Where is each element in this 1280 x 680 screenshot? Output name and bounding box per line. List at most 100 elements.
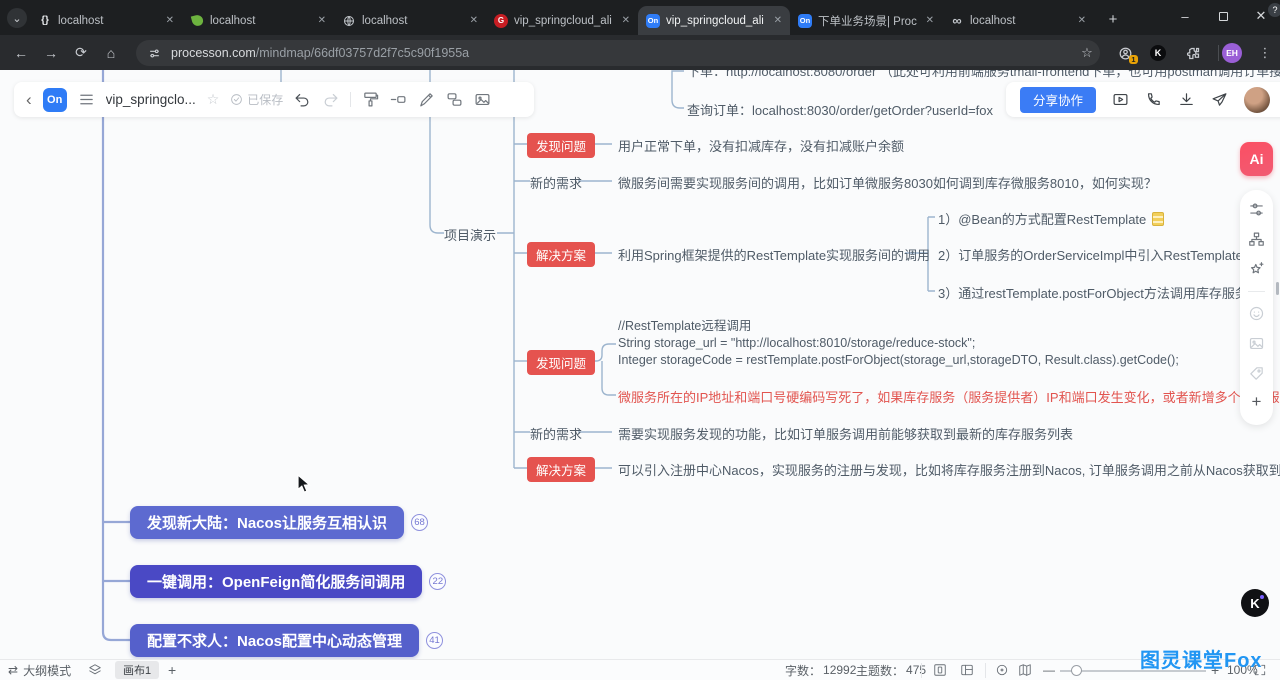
redo-icon[interactable] — [322, 91, 339, 108]
tab-search-button[interactable]: ⌄ — [7, 8, 27, 28]
profile-button[interactable]: EH — [1222, 40, 1242, 66]
call-icon[interactable] — [1145, 91, 1162, 108]
style-copy-icon[interactable] — [446, 91, 463, 108]
maximize-button[interactable] — [1204, 0, 1242, 32]
password-manager-button[interactable]: 1 — [1114, 40, 1138, 66]
ai-assistant-button[interactable]: Ai — [1240, 142, 1273, 176]
tag-icon[interactable] — [1248, 365, 1265, 382]
theme-beautify-icon[interactable] — [1248, 261, 1265, 278]
favorite-star-icon[interactable]: ☆ — [207, 91, 220, 108]
browser-tab-4[interactable]: G vip_springcloud_ali ✕ — [486, 6, 638, 35]
mindmap-badge-solution-2[interactable]: 解决方案 — [527, 457, 596, 482]
mindmap-node-hardcode-warning[interactable]: 微服务所在的IP地址和端口号硬编码写死了，如果库存服务（服务提供者）IP和端口发… — [618, 387, 1280, 406]
document-title[interactable]: vip_springclo... — [106, 92, 196, 107]
mindmap-node-new-requirement-1[interactable]: 新的需求 — [530, 173, 582, 192]
mindmap-node-new-requirement-1-text[interactable]: 微服务间需要实现服务间的调用，比如订单微服务8030如何调到库存微服务8010，… — [618, 173, 1157, 192]
close-tab-icon[interactable]: ✕ — [622, 15, 630, 26]
browser-back-button[interactable]: ← — [6, 45, 36, 61]
layers-button[interactable] — [88, 660, 102, 680]
zoom-out-button[interactable]: — — [1043, 660, 1055, 680]
layout-button[interactable] — [960, 660, 974, 680]
mouse-cursor — [297, 473, 311, 499]
close-tab-icon[interactable]: ✕ — [318, 15, 326, 26]
vertical-scrollbar[interactable] — [1276, 282, 1279, 295]
note-icon[interactable] — [1152, 212, 1165, 226]
mindmap-node-solution-1-text[interactable]: 利用Spring框架提供的RestTemplate实现服务间的调用 — [618, 245, 930, 264]
minimap-icon — [1019, 664, 1031, 677]
mindmap-canvas[interactable]: 下单：http://localhost:8080/order （此处可利用前端服… — [0, 62, 1280, 659]
format-painter-icon[interactable] — [362, 91, 379, 108]
mindmap-topic-openfeign[interactable]: 一键调用：OpenFeign简化服务间调用 — [130, 565, 423, 598]
mindmap-topic-nacos-config[interactable]: 配置不求人：Nacos配置中心动态管理 — [130, 624, 420, 657]
browser-tab-1[interactable]: {} localhost ✕ — [30, 6, 182, 35]
structure-icon[interactable] — [1248, 231, 1265, 248]
close-tab-icon[interactable]: ✕ — [1078, 15, 1086, 26]
close-tab-icon[interactable]: ✕ — [926, 15, 934, 26]
close-tab-icon[interactable]: ✕ — [166, 15, 174, 26]
close-tab-icon[interactable]: ✕ — [774, 15, 782, 26]
outline-mode-button[interactable]: ⇄ 大纲模式 — [8, 660, 71, 680]
browser-tab-6[interactable]: On 下单业务场景| Proc ✕ — [790, 6, 942, 35]
reload-button[interactable]: ⟳ — [66, 44, 96, 61]
topic-count-badge[interactable]: 22 — [429, 573, 447, 590]
undo-icon[interactable] — [294, 91, 311, 108]
k-assistant-button[interactable]: K — [1241, 589, 1269, 617]
topic-count-badge[interactable]: 41 — [426, 632, 444, 649]
mindmap-node-resttemplate-step-1[interactable]: 1）@Bean的方式配置RestTemplate — [938, 209, 1165, 228]
add-canvas-button[interactable]: + — [168, 660, 176, 680]
present-icon[interactable] — [1112, 91, 1129, 108]
mindmap-node-code-block[interactable]: //RestTemplate远程调用 String storage_url = … — [618, 318, 1179, 369]
word-count: 字数： 12992 — [785, 660, 856, 680]
home-button[interactable]: ⌂ — [96, 45, 126, 61]
mindmap-node-resttemplate-step-2[interactable]: 2）订单服务的OrderServiceImpl中引入RestTemplate — [938, 245, 1243, 264]
mindmap-badge-problem-2[interactable]: 发现问题 — [527, 350, 596, 375]
topic-count-badge[interactable]: 68 — [411, 514, 429, 531]
new-tab-button[interactable]: + — [1102, 8, 1124, 30]
canvas-tab[interactable]: 画布1 — [115, 660, 160, 680]
mindmap-node-new-requirement-2[interactable]: 新的需求 — [530, 424, 582, 443]
bookmark-button[interactable]: ☆ — [1076, 40, 1098, 66]
laser-pen-icon[interactable] — [418, 91, 435, 108]
remove-node-icon[interactable] — [390, 91, 407, 108]
mindmap-node-solution-2-text[interactable]: 可以引入注册中心Nacos，实现服务的注册与发现，比如将库存服务注册到Nacos… — [618, 460, 1280, 479]
image-panel-icon[interactable] — [1248, 335, 1265, 352]
mobile-preview-button[interactable] — [933, 660, 947, 680]
mindmap-node-problem-1-text[interactable]: 用户正常下单，没有扣减库存，没有扣减账户余额 — [618, 136, 904, 155]
mindmap-topic-nacos-discovery[interactable]: 发现新大陆：Nacos让服务互相认识 — [130, 506, 405, 539]
mindmap-node-resttemplate-step-3[interactable]: 3）通过restTemplate.postForObject方法调用库存服务 — [938, 283, 1248, 302]
extensions-button[interactable] — [1182, 40, 1204, 66]
url-text[interactable]: processon.com/mindmap/66df03757d2f7c5c90… — [171, 46, 469, 60]
zoom-slider-handle[interactable] — [1071, 665, 1082, 676]
browser-tab-7[interactable]: ∞ localhost ✕ — [942, 6, 1094, 35]
browser-forward-button[interactable]: → — [36, 45, 66, 61]
browser-tab-2[interactable]: localhost ✕ — [182, 6, 334, 35]
site-settings-icon[interactable] — [148, 47, 161, 60]
browser-menu-button[interactable]: ⋮ — [1254, 40, 1276, 66]
locate-button[interactable] — [995, 660, 1009, 680]
back-chevron-button[interactable]: ‹ — [26, 90, 32, 110]
send-icon[interactable] — [1211, 91, 1228, 108]
mindmap-badge-problem-1[interactable]: 发现问题 — [527, 133, 596, 158]
style-settings-icon[interactable] — [1248, 201, 1265, 218]
user-avatar[interactable] — [1244, 86, 1271, 113]
mindmap-node-query-order[interactable]: 查询订单：localhost:8030/order/getOrder?userI… — [687, 100, 993, 119]
browser-tab-3[interactable]: localhost ✕ — [334, 6, 486, 35]
browser-tab-5-active[interactable]: On vip_springcloud_ali ✕ — [638, 6, 790, 35]
insert-image-icon[interactable] — [474, 91, 491, 108]
download-icon[interactable] — [1178, 91, 1195, 108]
minimize-button[interactable]: – — [1166, 0, 1204, 32]
minimap-button[interactable] — [1018, 660, 1032, 680]
globe-icon — [342, 14, 356, 28]
processon-logo[interactable]: On — [42, 87, 67, 112]
url-bar[interactable]: processon.com/mindmap/66df03757d2f7c5c90… — [136, 40, 1100, 66]
menu-icon[interactable] — [78, 91, 95, 108]
sticker-icon[interactable] — [1248, 305, 1265, 322]
mindmap-node-project-demo[interactable]: 项目演示 — [444, 225, 496, 244]
add-panel-item-button[interactable]: + — [1252, 393, 1262, 410]
mindmap-node-new-requirement-2-text[interactable]: 需要实现服务发现的功能，比如订单服务调用前能够获取到最新的库存服务列表 — [618, 424, 1073, 443]
mindmap-badge-solution-1[interactable]: 解决方案 — [527, 242, 596, 267]
share-collaborate-button[interactable]: 分享协作 — [1020, 86, 1097, 113]
k-extension-button[interactable]: K — [1150, 40, 1166, 66]
close-tab-icon[interactable]: ✕ — [470, 15, 478, 26]
help-button[interactable]: ? — [1268, 3, 1280, 17]
